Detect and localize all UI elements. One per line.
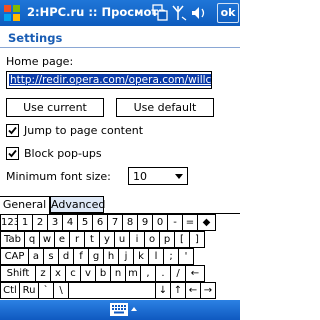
key-1-3[interactable]: e xyxy=(54,231,70,248)
key-2-4[interactable]: f xyxy=(73,248,89,265)
key-1-9[interactable]: o xyxy=(144,231,160,248)
key-1-7[interactable]: u xyxy=(114,231,130,248)
home-page-input[interactable]: http://redir.opera.com/opera.com/willcom… xyxy=(6,71,212,89)
key-3-2[interactable]: x xyxy=(50,265,66,282)
block-popups-label: Block pop-ups xyxy=(24,147,102,160)
volume-icon[interactable] xyxy=(192,7,205,19)
min-font-label: Minimum font size: xyxy=(6,170,111,183)
key-numeric[interactable]: 123 xyxy=(0,214,18,231)
key-1-5[interactable]: t xyxy=(84,231,100,248)
key-space[interactable] xyxy=(68,282,156,299)
key-backspace[interactable]: ◆ xyxy=(197,214,216,231)
key-1-8[interactable]: i xyxy=(129,231,145,248)
key-2-10[interactable]: ; xyxy=(163,248,179,265)
key-1-6[interactable]: y xyxy=(99,231,115,248)
key-1-4[interactable]: r xyxy=(69,231,85,248)
key-0-8[interactable]: 8 xyxy=(122,214,138,231)
status-icons xyxy=(152,4,205,21)
key-2-6[interactable]: h xyxy=(103,248,119,265)
heading-divider xyxy=(0,47,240,48)
key-0-9[interactable]: 9 xyxy=(137,214,153,231)
key-down[interactable]: ↓ xyxy=(155,282,171,299)
key-shift[interactable]: Shift xyxy=(0,265,36,282)
key-1-11[interactable]: [ xyxy=(174,231,190,248)
min-font-value: 10 xyxy=(133,170,147,183)
key-3-3[interactable]: c xyxy=(65,265,81,282)
key-0-5[interactable]: 5 xyxy=(77,214,93,231)
jump-checkbox[interactable] xyxy=(6,124,19,137)
key-2-9[interactable]: l xyxy=(148,248,164,265)
key-0-11[interactable]: - xyxy=(167,214,183,231)
key-left[interactable]: ← xyxy=(185,265,205,282)
sync-icon[interactable] xyxy=(152,4,168,21)
start-icon[interactable] xyxy=(1,2,23,24)
home-page-label: Home page: xyxy=(6,55,74,68)
key-3-6[interactable]: n xyxy=(110,265,126,282)
block-popups-checkbox[interactable] xyxy=(6,147,19,160)
key-3-7[interactable]: m xyxy=(125,265,141,282)
soft-keyboard: 1231234567890-=◆Tabqwertyuiop[]CAPasdfgh… xyxy=(0,214,240,300)
bottom-menu-bar xyxy=(0,300,240,320)
key-3-1[interactable]: z xyxy=(35,265,51,282)
key-3-4[interactable]: v xyxy=(80,265,96,282)
signal-icon[interactable] xyxy=(172,5,187,21)
check-icon xyxy=(8,149,17,158)
input-panel-arrow-icon[interactable] xyxy=(131,307,137,311)
key-0-7[interactable]: 7 xyxy=(107,214,123,231)
key-2-5[interactable]: g xyxy=(88,248,104,265)
key-0-12[interactable]: = xyxy=(182,214,198,231)
tab-advanced[interactable]: Advanced xyxy=(50,196,105,213)
check-icon xyxy=(8,126,17,135)
key-1-1[interactable]: q xyxy=(24,231,40,248)
key-ctrl[interactable]: Ctl xyxy=(0,282,20,299)
title-bar: 2:HPC.ru :: Просмотр ok xyxy=(0,0,240,26)
key-2-11[interactable]: ' xyxy=(178,248,194,265)
key-0-6[interactable]: 6 xyxy=(92,214,108,231)
use-default-button[interactable]: Use default xyxy=(116,98,214,117)
min-font-select[interactable]: 10 xyxy=(128,167,188,185)
key-3-8[interactable]: , xyxy=(140,265,156,282)
key-2-2[interactable]: s xyxy=(43,248,59,265)
key-2-1[interactable]: a xyxy=(28,248,44,265)
key-tab[interactable]: Tab xyxy=(0,231,25,248)
key-0-4[interactable]: 4 xyxy=(62,214,78,231)
key-2-3[interactable]: d xyxy=(58,248,74,265)
page-title: Settings xyxy=(8,31,63,45)
keyboard-icon[interactable] xyxy=(110,303,128,316)
key-right[interactable]: → xyxy=(200,282,216,299)
tab-general[interactable]: General xyxy=(0,196,50,214)
key-0-1[interactable]: 1 xyxy=(17,214,33,231)
key-4-3[interactable]: \ xyxy=(53,282,69,299)
key-0-10[interactable]: 0 xyxy=(152,214,168,231)
home-page-url: http://redir.opera.com/opera.com/willcom… xyxy=(9,74,211,86)
key-1-2[interactable]: w xyxy=(39,231,55,248)
key-4-2[interactable]: ` xyxy=(38,282,54,299)
chevron-down-icon xyxy=(175,174,183,179)
window-title: 2:HPC.ru :: Просмотр xyxy=(27,5,167,19)
key-0-3[interactable]: 3 xyxy=(47,214,63,231)
key-3-9[interactable]: . xyxy=(155,265,171,282)
key-3-10[interactable]: / xyxy=(170,265,186,282)
key-up[interactable]: ↑ xyxy=(170,282,186,299)
jump-label: Jump to page content xyxy=(24,124,144,137)
key-caps[interactable]: CAP xyxy=(0,248,29,265)
key-2-8[interactable]: k xyxy=(133,248,149,265)
key-0-2[interactable]: 2 xyxy=(32,214,48,231)
key-1-10[interactable]: p xyxy=(159,231,175,248)
key-2-7[interactable]: j xyxy=(118,248,134,265)
key-1-12[interactable]: ] xyxy=(189,231,205,248)
ok-button[interactable]: ok xyxy=(217,3,239,23)
key-left[interactable]: ← xyxy=(185,282,201,299)
key-3-5[interactable]: b xyxy=(95,265,111,282)
key-language[interactable]: Ru xyxy=(19,282,39,299)
use-current-button[interactable]: Use current xyxy=(6,98,104,117)
